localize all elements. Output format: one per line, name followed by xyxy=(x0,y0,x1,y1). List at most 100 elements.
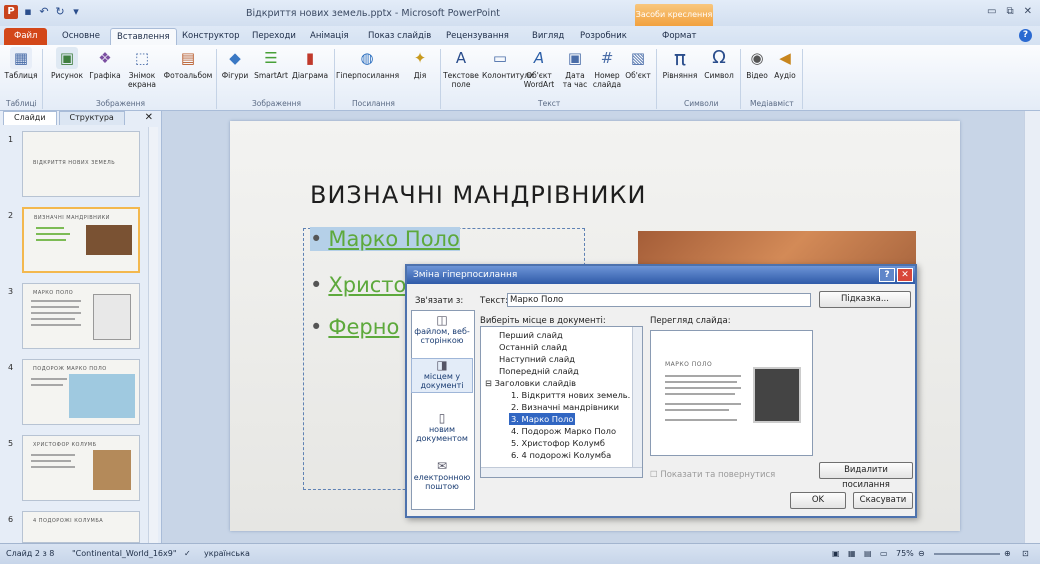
list-item[interactable]: Перший слайд xyxy=(499,329,563,341)
minimize-icon[interactable]: ▭ xyxy=(987,6,996,17)
reading-view-icon[interactable]: ▤ xyxy=(864,544,872,564)
tab-insert[interactable]: Вставлення xyxy=(110,28,177,46)
help-icon[interactable]: ? xyxy=(1019,29,1032,42)
zoom-slider[interactable] xyxy=(934,553,1000,555)
thumbnails-scrollbar[interactable] xyxy=(148,127,158,545)
list-item[interactable]: 5. Христофор Колумб xyxy=(511,437,605,449)
place-listbox[interactable]: Перший слайд Останній слайд Наступний сл… xyxy=(480,326,643,478)
close-icon[interactable]: ✕ xyxy=(1024,6,1032,17)
shapes-button[interactable]: ◆ Фігури xyxy=(218,47,252,80)
slideshow-view-icon[interactable]: ▭ xyxy=(880,544,888,564)
action-button[interactable]: ✦ Дія xyxy=(406,47,434,80)
tab-animations[interactable]: Анімація xyxy=(304,28,355,46)
list-item[interactable]: Попередній слайд xyxy=(499,365,579,377)
remove-link-button[interactable]: Видалити посилання xyxy=(819,462,913,490)
object-icon: ▧ xyxy=(630,49,646,67)
new-document-icon: ▯ xyxy=(438,411,446,425)
clipart-button[interactable]: ❖ Графіка xyxy=(88,47,122,80)
slide-number-icon: # xyxy=(600,49,614,67)
tab-design[interactable]: Конструктор xyxy=(176,28,246,46)
picture-button[interactable]: ▣ Рисунок xyxy=(48,47,86,80)
slide-number-button[interactable]: # Номер слайда xyxy=(590,47,624,89)
display-text-field[interactable]: Марко Поло xyxy=(507,293,811,307)
list-item-selected[interactable]: 3. Марко Поло xyxy=(509,413,576,425)
hyperlink-button[interactable]: ◍ Гіперпосилання xyxy=(336,47,399,80)
wordart-icon: A xyxy=(533,49,545,67)
symbol-button[interactable]: Ω Символ xyxy=(702,47,736,80)
powerpoint-logo-icon[interactable]: P xyxy=(4,5,18,19)
slide-thumbnail[interactable]: ВИЗНАЧНІ МАНДРІВНИКИ xyxy=(22,207,140,273)
tab-developer[interactable]: Розробник xyxy=(574,28,633,46)
bullet-hyperlink[interactable]: • Христо xyxy=(310,273,406,297)
list-item[interactable]: Наступний слайд xyxy=(499,353,575,365)
zoom-in-icon[interactable]: ⊕ xyxy=(1004,544,1011,564)
bullet-hyperlink[interactable]: • Марко Поло xyxy=(310,227,460,251)
table-icon: ▦ xyxy=(10,47,32,69)
list-vscrollbar[interactable] xyxy=(632,327,642,467)
slide-thumbnail[interactable]: ПОДОРОЖ МАРКО ПОЛО xyxy=(22,359,140,425)
list-item[interactable]: 6. 4 подорожі Колумба xyxy=(511,449,611,461)
dialog-close-icon[interactable]: ✕ xyxy=(897,268,913,282)
header-footer-button[interactable]: ▭ Колонтитули xyxy=(482,47,534,80)
tab-slideshow[interactable]: Показ слайдів xyxy=(362,28,437,46)
equation-button[interactable]: π Рівняння xyxy=(660,47,700,80)
nav-existing-file[interactable]: ◫ файлом, веб-сторінкою xyxy=(411,314,473,345)
bullet-hyperlink[interactable]: • Ферно xyxy=(310,315,399,339)
tab-file[interactable]: Файл xyxy=(4,28,48,46)
customize-qat-icon[interactable]: ▾ xyxy=(70,6,82,18)
list-item[interactable]: Останній слайд xyxy=(499,341,567,353)
audio-button[interactable]: ◀ Аудіо xyxy=(772,47,798,80)
fit-to-window-icon[interactable]: ⊡ xyxy=(1022,544,1029,564)
tab-view[interactable]: Вигляд xyxy=(526,28,570,46)
spellcheck-icon[interactable]: ✓ xyxy=(184,544,191,564)
tab-format[interactable]: Формат xyxy=(656,28,703,46)
zoom-out-icon[interactable]: ⊖ xyxy=(918,544,925,564)
slide-scrollbar[interactable] xyxy=(1024,111,1040,543)
slide-thumbnail[interactable]: ВІДКРИТТЯ НОВИХ ЗЕМЕЛЬ xyxy=(22,131,140,197)
video-button[interactable]: ◉ Відео xyxy=(744,47,770,80)
close-pane-icon[interactable]: ✕ xyxy=(145,112,153,123)
ok-button[interactable]: OK xyxy=(790,492,846,509)
collapse-icon[interactable]: ⊟ xyxy=(485,378,495,388)
normal-view-icon[interactable]: ▣ xyxy=(832,544,840,564)
tab-review[interactable]: Рецензування xyxy=(440,28,515,46)
list-item[interactable]: 2. Визначні мандрівники xyxy=(511,401,619,413)
symbol-icon: Ω xyxy=(712,47,726,68)
tab-home[interactable]: Основне xyxy=(56,28,106,46)
nav-new-document[interactable]: ▯ новим документом xyxy=(411,411,473,443)
slide-thumbnail[interactable]: ХРИСТОФОР КОЛУМБ xyxy=(22,435,140,501)
show-and-return-checkbox[interactable]: ☐ Показати та повернутися xyxy=(650,470,775,480)
chart-button[interactable]: ▮ Діаграма xyxy=(290,47,330,80)
nav-place-in-document[interactable]: ◨ місцем у документі xyxy=(411,358,473,393)
list-hscrollbar[interactable] xyxy=(481,467,642,477)
slide-thumbnail[interactable]: МАРКО ПОЛО xyxy=(22,283,140,349)
cancel-button[interactable]: Скасувати xyxy=(853,492,913,509)
dialog-help-icon[interactable]: ? xyxy=(879,268,895,282)
restore-icon[interactable]: ⧉ xyxy=(1006,6,1013,17)
redo-icon[interactable]: ↻ xyxy=(54,6,66,18)
undo-icon[interactable]: ↶ xyxy=(38,6,50,18)
screenshot-button[interactable]: ⬚ Знімок екрана xyxy=(124,47,160,89)
photo-album-button[interactable]: ▤ Фотоальбом xyxy=(162,47,214,80)
list-item[interactable]: 1. Відкриття нових земель. На xyxy=(511,389,642,401)
save-icon[interactable]: ▪ xyxy=(22,6,34,18)
date-time-button[interactable]: ▣ Дата та час xyxy=(560,47,590,89)
nav-email[interactable]: ✉ електронною поштою xyxy=(411,460,473,491)
textbox-button[interactable]: A Текстове поле xyxy=(442,47,480,89)
zoom-level[interactable]: 75% xyxy=(896,544,914,564)
slide-title[interactable]: ВИЗНАЧНІ МАНДРІВНИКИ xyxy=(310,181,646,209)
tab-transitions[interactable]: Переходи xyxy=(246,28,302,46)
wordart-button[interactable]: A Об'єкт WordArt xyxy=(518,47,560,89)
slide-sorter-icon[interactable]: ▦ xyxy=(848,544,856,564)
smartart-button[interactable]: ☰ SmartArt xyxy=(254,47,288,80)
tab-slides[interactable]: Слайди xyxy=(3,111,57,125)
tab-outline[interactable]: Структура xyxy=(58,111,125,125)
language-indicator[interactable]: українська xyxy=(204,544,250,564)
list-item[interactable]: ⊟ Заголовки слайдів xyxy=(485,377,576,389)
slide-thumbnail[interactable]: 4 ПОДОРОЖІ КОЛУМБА xyxy=(22,511,140,543)
table-button[interactable]: ▦ Таблиця xyxy=(4,47,38,80)
title-bar: P ▪ ↶ ↻ ▾ Відкриття нових земель.pptx - … xyxy=(0,0,1040,26)
object-button[interactable]: ▧ Об'єкт xyxy=(624,47,652,80)
screentip-button[interactable]: Підказка... xyxy=(819,291,911,308)
list-item[interactable]: 4. Подорож Марко Поло xyxy=(511,425,616,437)
